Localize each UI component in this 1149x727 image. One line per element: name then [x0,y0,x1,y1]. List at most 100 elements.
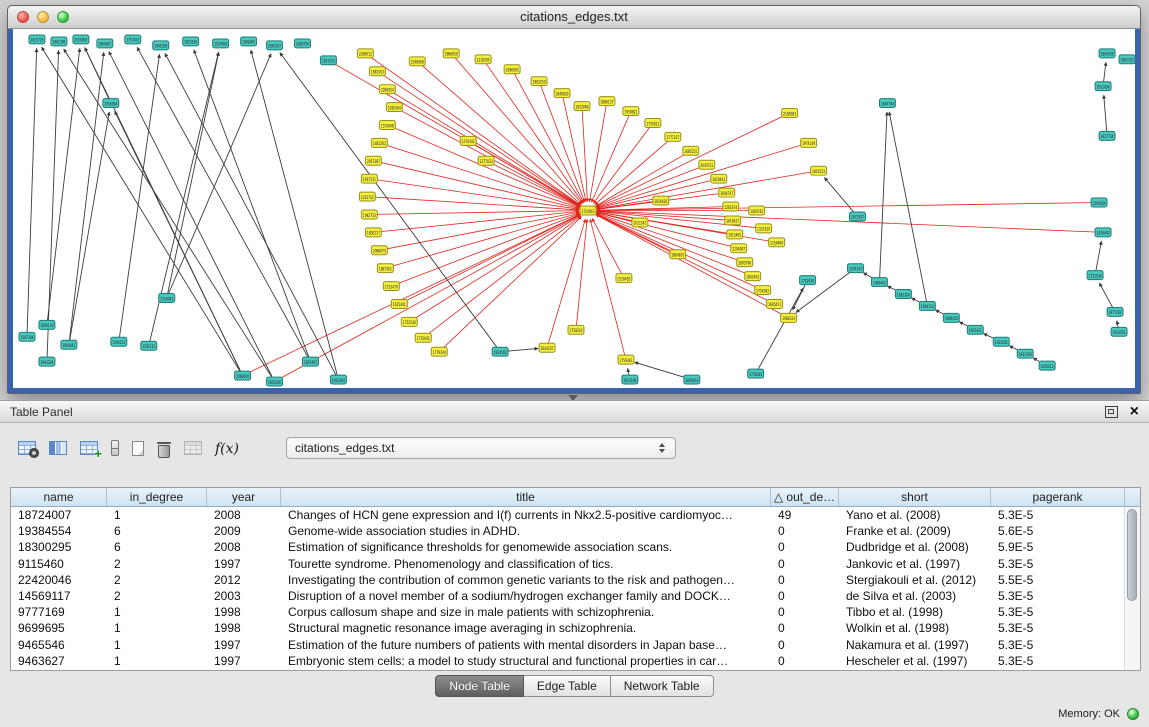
graph-node-label: 1527904 [214,42,227,48]
table-row[interactable]: 1872400712008Changes of HCN gene express… [11,507,1140,523]
citation-edge-black[interactable] [69,112,109,345]
graph-node-label: 2516061 [160,296,173,302]
citation-edge-red[interactable] [590,219,626,359]
citation-edge-black[interactable] [251,50,339,379]
table-cell: 0 [771,654,839,668]
citation-edge-black[interactable] [167,52,219,298]
table-row[interactable]: 1456911722003Disruption of a novel membe… [11,588,1140,604]
citation-edge-red[interactable] [387,125,579,207]
citation-edge-red[interactable] [576,219,587,329]
citation-edge-black[interactable] [85,48,111,104]
citation-edge-black[interactable] [47,50,59,361]
table-row[interactable]: 2242004622012Investigating the contribut… [11,572,1140,588]
graph-node-label: 1964204 [40,360,53,366]
citation-edge-red[interactable] [539,81,585,202]
column-header[interactable]: name [11,488,107,506]
graph-node-label: 1154469 [770,241,783,247]
tab-edge-table[interactable]: Edge Table [524,675,611,697]
citation-edge-red[interactable] [597,203,1099,211]
scrollbar-thumb[interactable] [1127,509,1137,601]
column-header[interactable]: △ out_de… [771,488,839,506]
graph-node-label: 1962465 [242,40,255,46]
citation-edge-black[interactable] [889,112,927,306]
graph-node-label: 1807465 [304,360,317,366]
add-column-icon[interactable] [80,441,98,455]
citation-edge-black[interactable] [1104,95,1107,136]
network-view-canvas[interactable]: 1724043226001218815032280854192616415756… [13,29,1135,388]
table-cell: Disruption of a novel member of a sodium… [281,589,771,603]
citation-edge-red[interactable] [486,161,580,207]
column-header[interactable]: short [839,488,991,506]
citation-edge-red[interactable] [367,197,579,210]
table-row[interactable]: 946362711997Embryonic stem cells: a mode… [11,653,1140,669]
citation-edge-red[interactable] [387,89,580,206]
citation-edge-red[interactable] [275,215,581,382]
new-document-icon[interactable] [132,441,144,456]
column-header[interactable]: year [207,488,281,506]
citation-edge-black[interactable] [47,48,80,325]
citation-edge-red[interactable] [369,179,579,210]
tab-node-table[interactable]: Node Table [435,675,524,697]
column-visibility-icon[interactable] [49,441,67,455]
graph-node-label: 1616427 [726,219,739,225]
minimize-button[interactable] [37,11,49,23]
citation-edge-black[interactable] [137,47,310,361]
citation-edge-black[interactable] [27,48,37,336]
graph-node-label: 1481262 [373,141,386,147]
citation-edge-black[interactable] [280,53,500,352]
table-cell: 2 [107,557,207,571]
float-panel-icon[interactable] [1105,406,1118,418]
citation-edge-black[interactable] [115,111,243,375]
column-header[interactable]: title [281,488,771,506]
table-row[interactable]: 911546021997Tourette syndrome. Phenomeno… [11,556,1140,572]
citation-edge-red[interactable] [423,216,581,338]
graph-node-label: 1679193 [849,266,862,272]
table-cell: 1 [107,638,207,652]
table-row[interactable]: 946554611997Estimation of the future num… [11,637,1140,653]
graph-node-label: 1816441 [712,177,725,183]
citation-edge-red[interactable] [399,214,580,303]
citation-edge-black[interactable] [1095,241,1101,275]
citation-edge-red[interactable] [439,217,581,352]
table-row[interactable]: 1938455462009Genome-wide association stu… [11,523,1140,539]
column-header[interactable]: in_degree [107,488,207,506]
table-cell: 5.3E-5 [991,508,1051,522]
table-row[interactable]: 977716911998Corpus callosum shape and si… [11,604,1140,620]
citation-network-graph[interactable]: 1724043226001218815032280854192616415756… [13,29,1135,388]
close-panel-icon[interactable]: × [1130,405,1139,419]
function-builder-icon[interactable]: f(x) [215,440,239,457]
citation-edge-black[interactable] [119,54,160,341]
citation-edge-black[interactable] [109,51,275,381]
table-cell: 0 [771,638,839,652]
table-row[interactable]: 969969511998Structural magnetic resonanc… [11,620,1140,636]
tab-network-table[interactable]: Network Table [611,675,714,697]
table-vertical-scrollbar[interactable] [1124,507,1140,670]
table-mode-icon[interactable] [18,441,36,455]
delete-table-icon[interactable] [157,440,171,457]
table-cell: Changes of HCN gene expression and I(f) … [281,508,771,522]
citation-edge-red[interactable] [597,213,739,249]
citation-edge-black[interactable] [824,178,857,217]
citation-edge-red[interactable] [451,53,582,203]
table-selector-combobox[interactable]: citations_edges.txt [286,437,676,459]
citation-edge-red[interactable] [595,137,673,205]
citation-edge-red[interactable] [593,123,653,203]
citation-edge-black[interactable] [635,362,692,379]
window-titlebar[interactable]: citations_edges.txt [8,6,1140,29]
citation-edge-black[interactable] [64,49,275,382]
citation-edge-black[interactable] [165,53,338,379]
citation-edge-red[interactable] [391,214,579,286]
citation-edge-black[interactable] [879,112,887,282]
import-table-icon[interactable] [184,441,202,455]
close-button[interactable] [17,11,29,23]
graph-node-label: 1609443 [945,316,958,322]
zoom-button[interactable] [57,11,69,23]
column-header[interactable]: pagerank [991,488,1125,506]
citation-edge-black[interactable] [796,268,856,312]
citation-edge-red[interactable] [409,215,580,322]
row-selector-icon[interactable] [111,440,119,456]
table-row[interactable]: 1830029562008Estimation of significance … [11,539,1140,555]
citation-edge-black[interactable] [194,50,311,362]
citation-edge-red[interactable] [369,211,579,215]
graph-node-label: 1927734 [1101,134,1114,140]
